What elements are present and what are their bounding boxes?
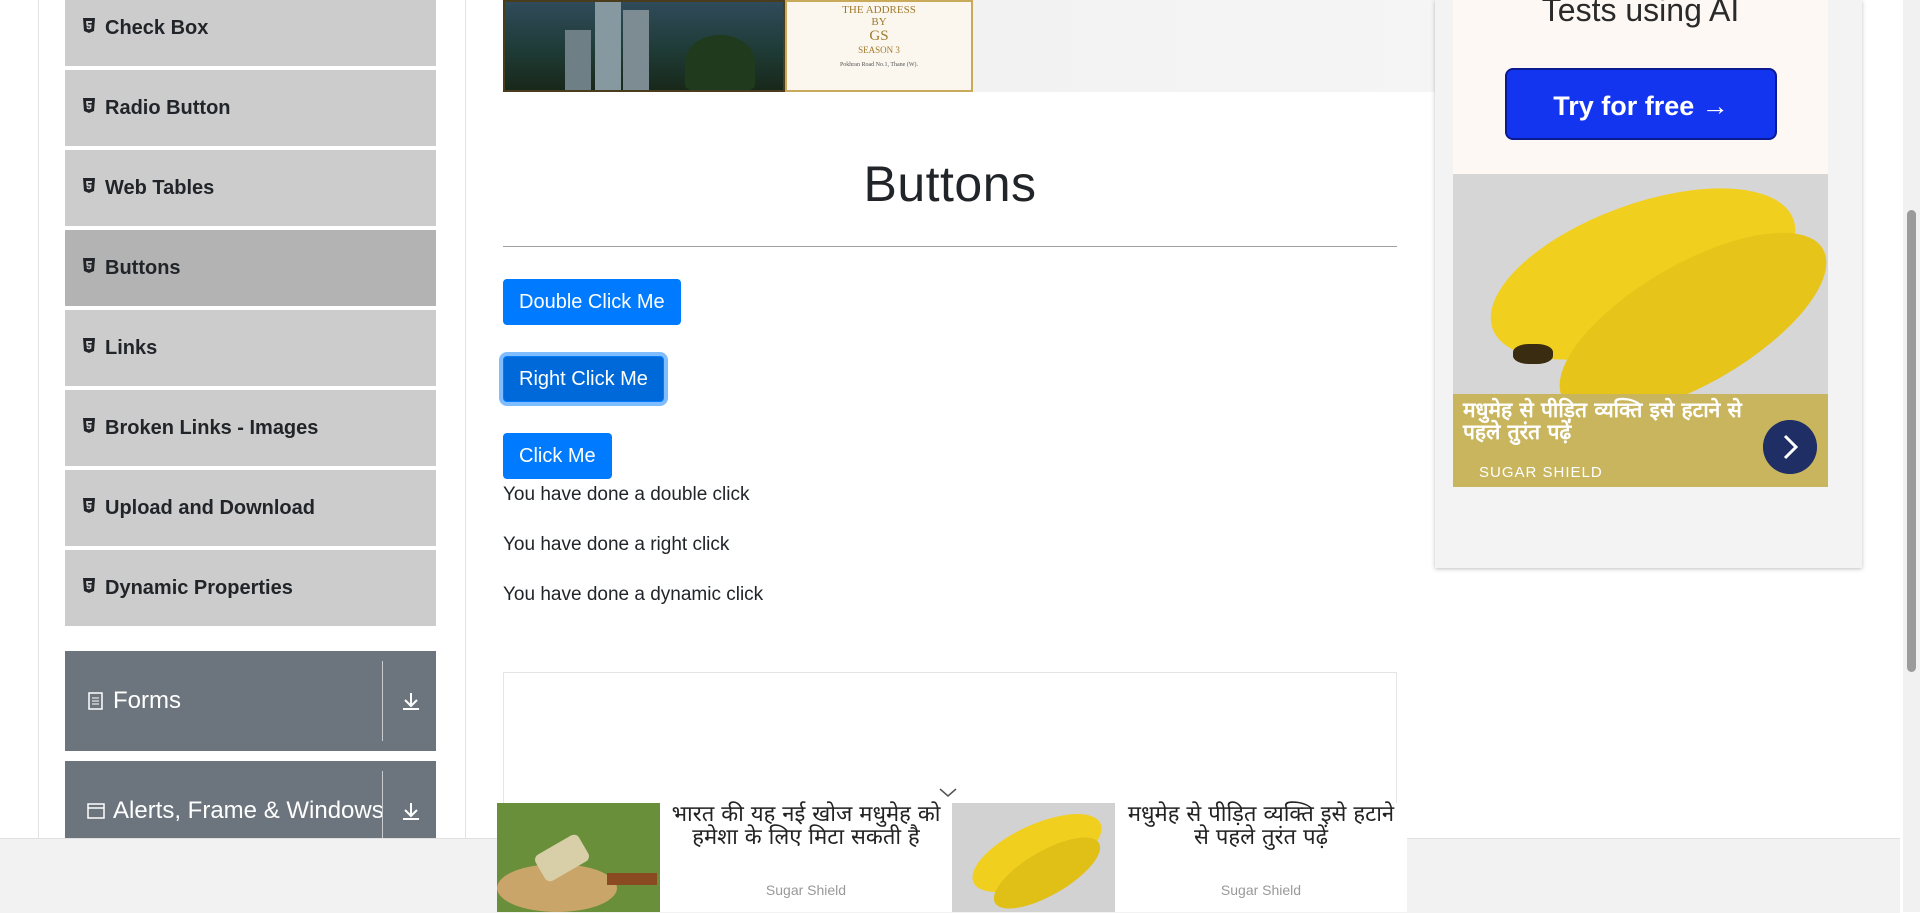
sidebar-divider <box>465 0 466 840</box>
scrollbar-thumb[interactable] <box>1907 210 1916 672</box>
sidebar-item-check-box[interactable]: Check Box <box>65 0 436 68</box>
sidebar-item-broken-links[interactable]: Broken Links - Images <box>65 390 436 468</box>
sidebar-item-label: Radio Button <box>105 96 231 119</box>
group-header-forms[interactable]: Forms <box>65 651 436 751</box>
html5-icon <box>83 417 95 433</box>
sidebar-item-dynamic-properties[interactable]: Dynamic Properties <box>65 550 436 628</box>
sidebar-item-links[interactable]: Links <box>65 310 436 388</box>
right-ad-caption-text: मधुमेह से पीड़ित व्यक्ति इसे हटाने से पह… <box>1463 398 1742 444</box>
chevron-down-icon[interactable] <box>937 781 959 803</box>
window-icon <box>87 803 105 819</box>
right-ad-headline: Tests using AI <box>1541 0 1740 28</box>
group-header-label: Forms <box>113 687 181 714</box>
vertical-scrollbar[interactable] <box>1903 0 1920 912</box>
left-gutter-line <box>38 0 39 840</box>
bottom-ad-text: मधुमेह से पीड़ित व्यक्ति इसे हटाने से पह… <box>1127 802 1395 850</box>
try-for-free-button[interactable]: Try for free → <box>1505 68 1777 140</box>
banner-line1: THE ADDRESS <box>842 4 916 16</box>
right-click-button[interactable]: Right Click Me <box>503 356 664 402</box>
sidebar-item-upload-download[interactable]: Upload and Download <box>65 470 436 548</box>
banner-building-photo <box>503 0 785 92</box>
sidebar-item-label: Upload and Download <box>105 496 315 519</box>
chevron-right-icon[interactable] <box>1763 420 1817 474</box>
html5-icon <box>83 497 95 513</box>
banner-location: Pokhran Road No.1, Thane (W). <box>839 62 919 68</box>
sidebar-item-label: Dynamic Properties <box>105 576 293 599</box>
page-title: Buttons <box>863 156 1037 212</box>
group-header-label: Alerts, Frame & Windows <box>113 797 384 824</box>
dynamic-click-message: You have done a dynamic click <box>503 584 764 605</box>
right-ad-brand: SUGAR SHIELD <box>1479 464 1603 481</box>
banner-line2: BY <box>871 16 887 28</box>
bottom-ad-card[interactable]: भारत की यह नई खोज मधुमेह को हमेशा के लिए… <box>497 803 952 912</box>
double-click-button[interactable]: Double Click Me <box>503 279 681 325</box>
right-ad-caption[interactable]: मधुमेह से पीड़ित व्यक्ति इसे हटाने से पह… <box>1453 394 1828 487</box>
banner-project-card: THE ADDRESS BY GS SEASON 3 Pokhran Road … <box>785 0 973 92</box>
download-arrow-icon[interactable] <box>399 799 423 823</box>
html5-icon <box>83 577 95 593</box>
bottom-sticky-ad[interactable]: भारत की यह नई खोज मधुमेह को हमेशा के लिए… <box>497 788 1407 912</box>
bottom-ad-source: Sugar Shield <box>765 882 847 898</box>
right-click-message: You have done a right click <box>503 534 730 555</box>
sidebar-item-label: Check Box <box>105 16 209 39</box>
title-divider <box>503 246 1397 247</box>
banner-line3: GS <box>869 28 889 44</box>
right-ad-top: Tests using AI Try for free → <box>1453 0 1828 174</box>
bottom-ad-text: भारत की यह नई खोज मधुमेह को हमेशा के लिए… <box>671 802 941 850</box>
html5-icon <box>83 337 95 353</box>
bottom-ad-card[interactable]: मधुमेह से पीड़ित व्यक्ति इसे हटाने से पह… <box>952 803 1407 912</box>
click-me-button[interactable]: Click Me <box>503 433 612 479</box>
html5-icon <box>83 177 95 193</box>
sidebar-item-buttons[interactable]: Buttons <box>65 230 436 308</box>
group-separator <box>382 661 383 741</box>
banana-image <box>1453 174 1828 394</box>
double-click-message: You have done a double click <box>503 484 750 505</box>
download-arrow-icon[interactable] <box>399 689 423 713</box>
html5-icon <box>83 17 95 33</box>
html5-icon <box>83 97 95 113</box>
top-banner-ad[interactable]: THE ADDRESS BY GS SEASON 3 Pokhran Road … <box>503 0 1435 92</box>
sidebar-item-web-tables[interactable]: Web Tables <box>65 150 436 228</box>
banana-thumb-image <box>952 803 1115 912</box>
sidebar-item-label: Links <box>105 336 158 359</box>
sidebar-item-radio-button[interactable]: Radio Button <box>65 70 436 148</box>
banner-line4: SEASON 3 <box>858 45 900 55</box>
html5-icon <box>83 257 95 273</box>
capsules-image <box>497 803 660 912</box>
sidebar-item-label: Broken Links - Images <box>105 416 319 439</box>
bottom-ad-source: Sugar Shield <box>1220 882 1302 898</box>
sidebar-item-label: Buttons <box>105 256 181 279</box>
form-icon <box>88 692 103 710</box>
sidebar-item-label: Web Tables <box>105 176 215 199</box>
right-ad[interactable]: Tests using AI Try for free → मधुमेह से … <box>1435 0 1862 568</box>
